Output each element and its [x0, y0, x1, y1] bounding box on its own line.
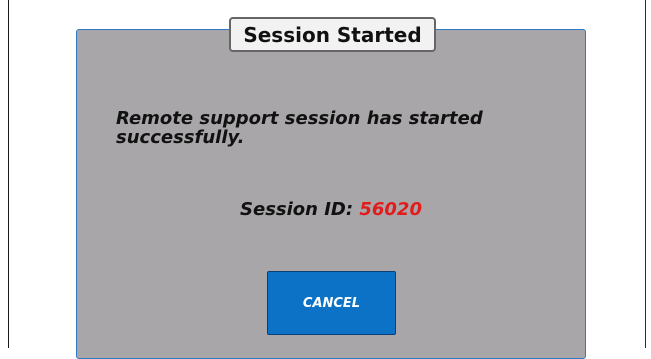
session-id-row: Session ID: 56020 — [76, 199, 586, 220]
dialog-message: Remote support session has started succe… — [116, 108, 483, 148]
session-id-label: Session ID: — [240, 199, 354, 220]
screen: { "dialog": { "title": "Session Started"… — [0, 0, 651, 359]
dialog-title: Session Started — [229, 17, 436, 52]
right-frame-border — [645, 0, 646, 348]
cancel-button[interactable]: CANCEL — [267, 271, 396, 335]
left-frame-border — [8, 0, 9, 348]
session-id-value: 56020 — [359, 199, 422, 220]
